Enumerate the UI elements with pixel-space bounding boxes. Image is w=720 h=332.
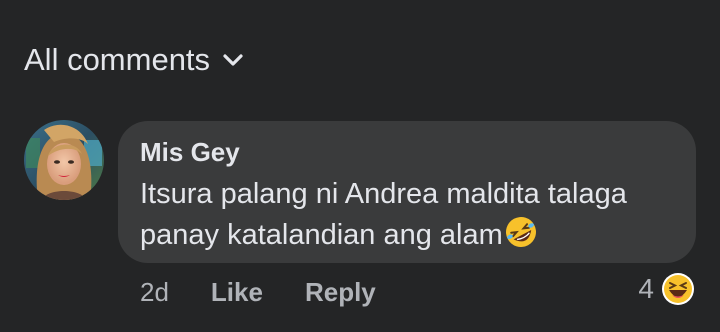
comment-timestamp[interactable]: 2d: [140, 276, 169, 308]
rolling-on-floor-laughing-emoji-icon: [503, 214, 539, 250]
comment-bubble: Mis Gey Itsura palang ni Andrea maldita …: [118, 121, 696, 263]
comment-actions: 2d Like Reply: [140, 276, 418, 308]
laughing-emoji-icon: [660, 271, 696, 307]
reply-button[interactable]: Reply: [305, 276, 376, 308]
comment-text-content: Itsura palang ni Andrea maldita talaga p…: [140, 178, 627, 251]
comment-author[interactable]: Mis Gey: [140, 137, 240, 167]
reaction-count: 4: [638, 273, 654, 304]
comments-filter-label: All comments: [24, 42, 211, 77]
reaction-summary[interactable]: 4: [638, 271, 696, 307]
like-button[interactable]: Like: [211, 276, 263, 308]
comments-filter-dropdown[interactable]: All comments: [24, 40, 244, 80]
avatar[interactable]: [24, 120, 104, 200]
comments-section: All comments Mis Gey Itsura palang ni An…: [0, 0, 720, 332]
comment-text: Itsura palang ni Andrea maldita talaga p…: [140, 174, 680, 255]
chevron-down-icon: [222, 53, 244, 67]
